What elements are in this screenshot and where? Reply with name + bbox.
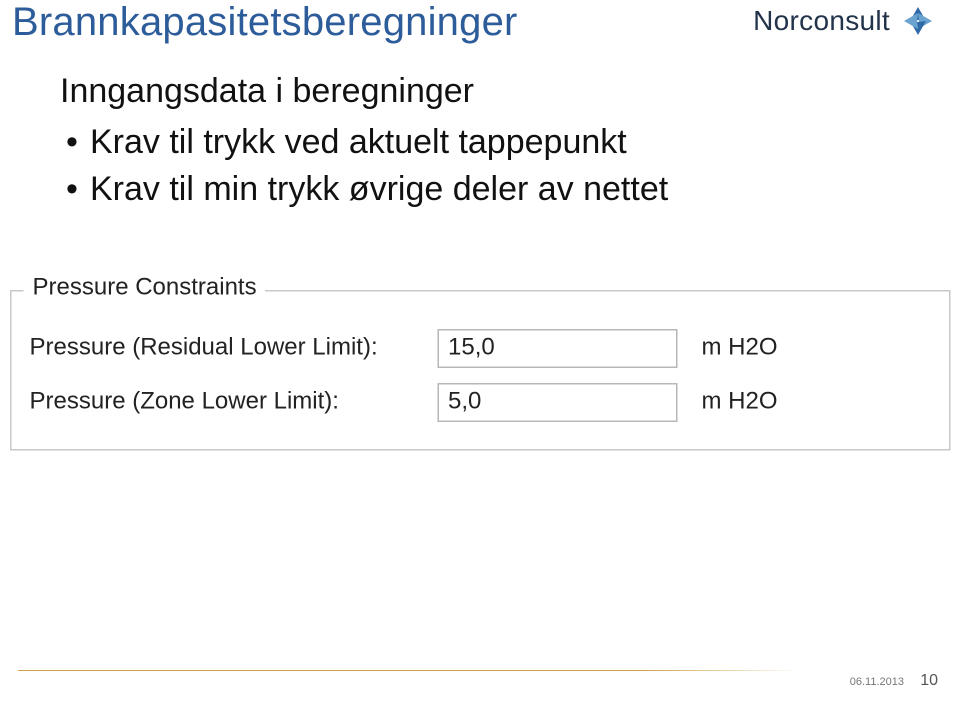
content: Inngangsdata i beregninger Krav til tryk… bbox=[60, 72, 920, 217]
pressure-residual-label: Pressure (Residual Lower Limit): bbox=[30, 335, 438, 362]
pressure-residual-input[interactable] bbox=[438, 329, 678, 368]
pressure-zone-row: Pressure (Zone Lower Limit): m H2O bbox=[30, 383, 932, 422]
bullet-item: Krav til trykk ved aktuelt tappepunkt bbox=[60, 123, 920, 162]
constraints-panel: Pressure Constraints Pressure (Residual … bbox=[10, 280, 950, 520]
page-title: Brannkapasitetsberegninger bbox=[12, 0, 518, 45]
pressure-constraints-fieldset: Pressure Constraints Pressure (Residual … bbox=[10, 290, 951, 451]
pressure-residual-row: Pressure (Residual Lower Limit): m H2O bbox=[30, 329, 932, 368]
brand-name: Norconsult bbox=[753, 5, 890, 37]
footer-date: 06.11.2013 bbox=[850, 676, 904, 688]
footer-divider bbox=[18, 670, 800, 671]
constraints-panel-inner: Pressure Constraints Pressure (Residual … bbox=[10, 290, 951, 451]
pressure-zone-label: Pressure (Zone Lower Limit): bbox=[30, 389, 438, 416]
fieldset-legend: Pressure Constraints bbox=[24, 275, 266, 302]
lead-text: Inngangsdata i beregninger bbox=[60, 72, 920, 111]
bullet-item: Krav til min trykk øvrige deler av nette… bbox=[60, 170, 920, 209]
footer: 06.11.2013 10 bbox=[0, 670, 960, 700]
footer-page-number: 10 bbox=[920, 672, 938, 690]
bullet-list: Krav til trykk ved aktuelt tappepunkt Kr… bbox=[60, 123, 920, 209]
pressure-zone-input[interactable] bbox=[438, 383, 678, 422]
pressure-zone-unit: m H2O bbox=[702, 389, 778, 416]
slide: Brannkapasitetsberegninger Norconsult In… bbox=[0, 0, 960, 712]
brand-mark-icon bbox=[900, 3, 936, 39]
pressure-residual-unit: m H2O bbox=[702, 335, 778, 362]
brand-logo: Norconsult bbox=[753, 0, 936, 42]
